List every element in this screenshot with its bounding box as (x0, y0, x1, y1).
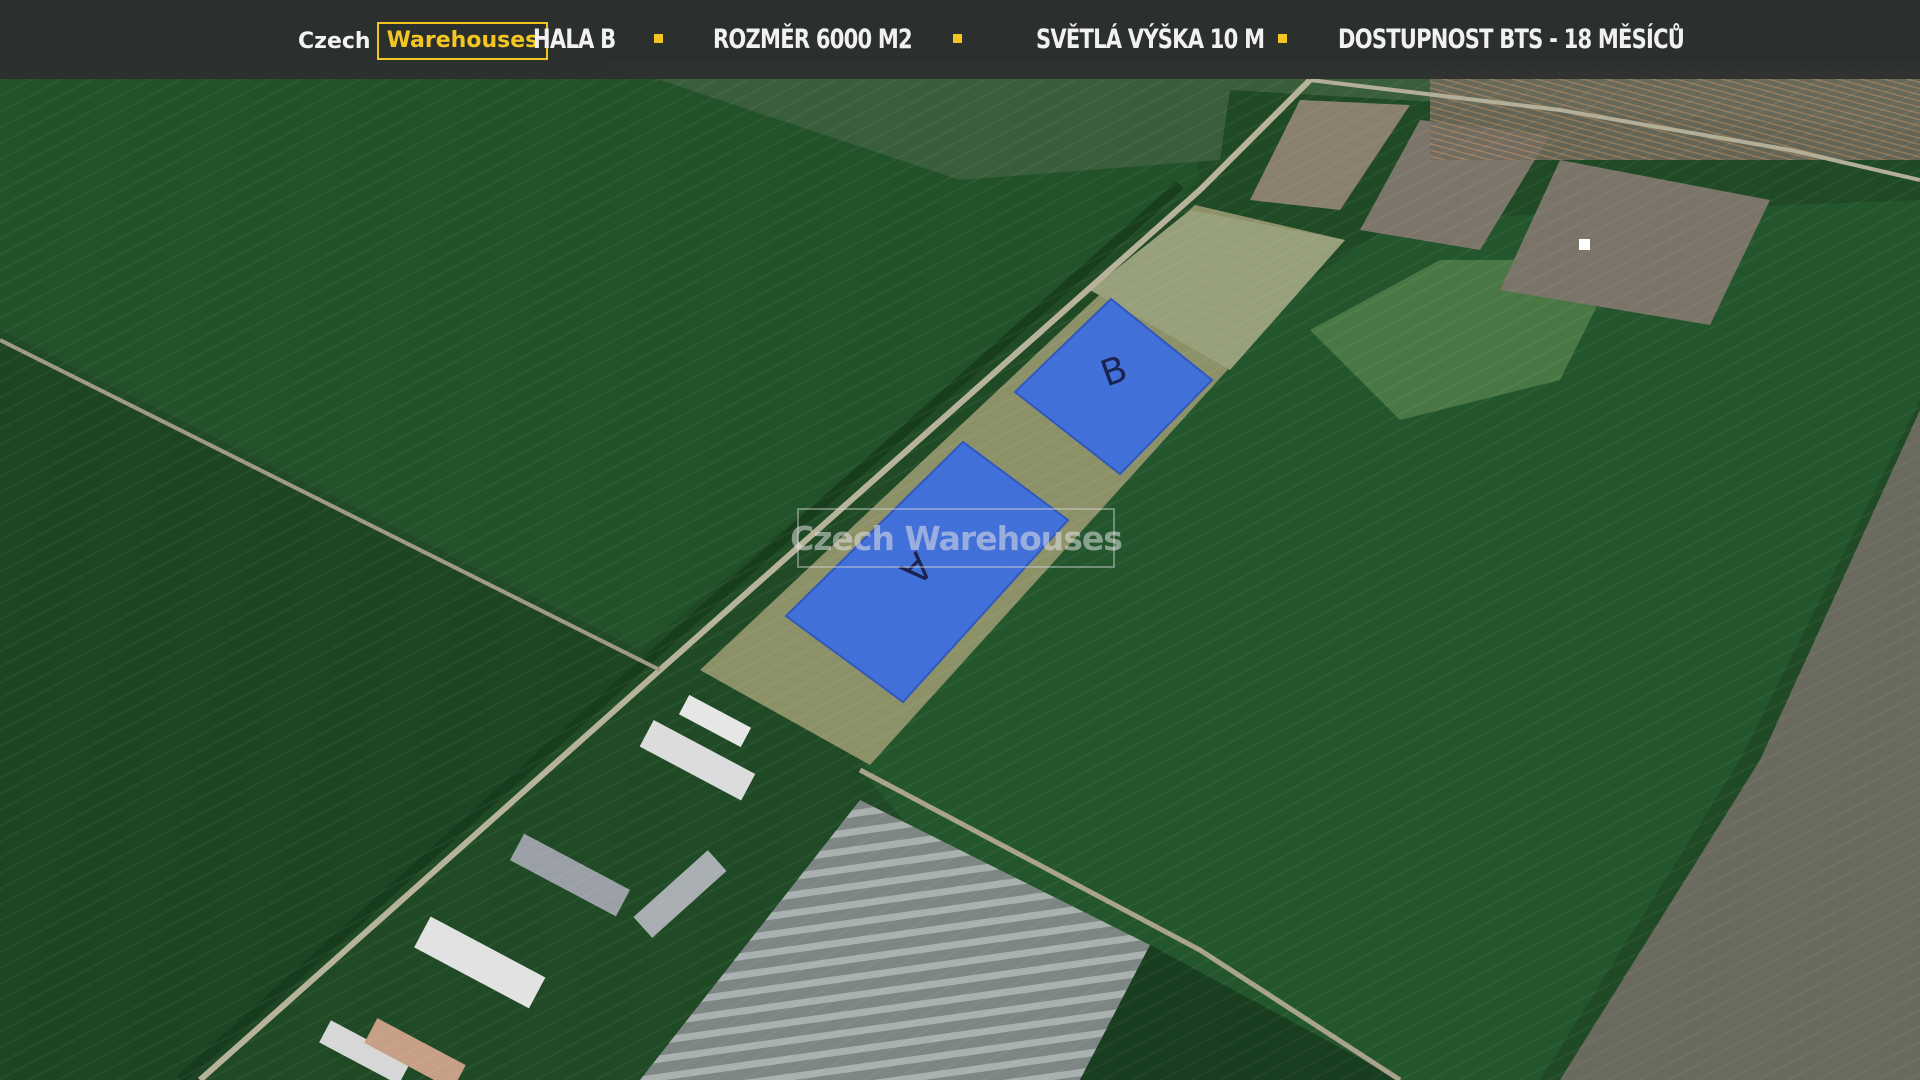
location-marker (1579, 239, 1590, 250)
clear-height: SVĚTLÁ VÝŠKA 10 M (1036, 24, 1265, 55)
separator-dot (654, 34, 663, 43)
hall-size: ROZMĚR 6000 M2 (713, 24, 913, 55)
watermark: Czech Warehouses (790, 508, 1123, 568)
logo-warehouses: Warehouses (376, 22, 549, 60)
logo[interactable]: Czech Warehouses (298, 21, 549, 61)
top-bar: Czech Warehouses HALA B ROZMĚR 6000 M2 S… (0, 0, 1920, 79)
separator-dot (1278, 34, 1287, 43)
logo-czech: Czech (298, 28, 371, 54)
hall-name: HALA B (533, 24, 616, 55)
availability: DOSTUPNOST BTS - 18 MĚSÍCŮ (1338, 24, 1685, 55)
separator-dot (953, 34, 962, 43)
